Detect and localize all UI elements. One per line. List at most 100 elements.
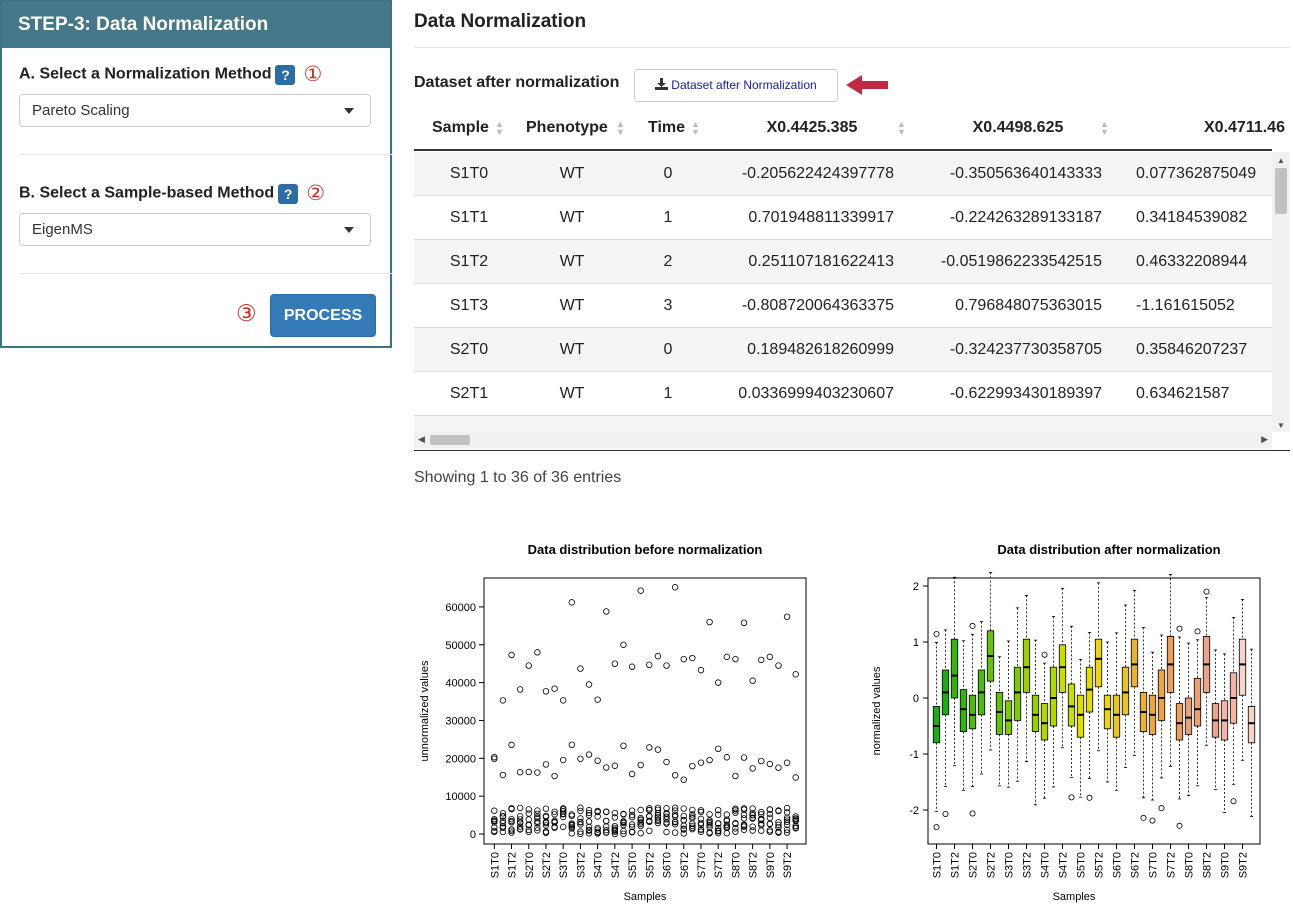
chart-title: Data distribution before normalization: [528, 542, 763, 557]
sort-icon[interactable]: ▲ ▼: [495, 120, 504, 137]
x-tick-label: S4T0: [1040, 852, 1052, 878]
table-cell: S1T0: [449, 165, 489, 182]
data-point: [671, 829, 679, 836]
x-tick-label: S1T2: [507, 852, 519, 878]
table-row[interactable]: S2T1 WT 1 0.0336999403230607 -0.622993430189…: [414, 372, 1272, 416]
x-tick-label: S4T2: [610, 852, 622, 878]
box: [1067, 683, 1076, 727]
help-icon[interactable]: ?: [275, 64, 296, 85]
table-row[interactable]: S1T2 WT 2 0.251107181622413 -0.0519862233542…: [414, 240, 1272, 284]
data-point: [697, 759, 705, 766]
table-cell: 3: [663, 297, 673, 314]
x-tick-label: S9T2: [782, 852, 794, 878]
scroll-down-icon[interactable]: ▼: [1277, 421, 1285, 430]
chevron-down-icon: [344, 227, 354, 233]
data-point: [749, 827, 756, 834]
table-cell: S2T0: [449, 341, 489, 358]
scroll-up-icon[interactable]: ▲: [1277, 156, 1285, 165]
box: [995, 691, 1004, 735]
page-title: Data Normalization: [414, 11, 587, 32]
data-point: [663, 758, 670, 766]
data-point: [758, 656, 765, 664]
outlier: [942, 810, 949, 817]
process-button[interactable]: PROCESS: [270, 294, 376, 337]
table-cell: S2T1: [449, 385, 489, 402]
column-header[interactable]: Phenotype: [526, 108, 608, 150]
horizontal-scrollbar[interactable]: ◀ ▶: [414, 432, 1272, 448]
divider: [414, 47, 1290, 48]
sort-icon[interactable]: ▲ ▼: [691, 120, 700, 137]
download-dataset-button[interactable]: Dataset after Normalization: [634, 69, 838, 102]
data-point: [689, 762, 696, 770]
data-point: [671, 771, 679, 779]
data-point: [491, 807, 498, 814]
sample-method-select[interactable]: EigenMS: [19, 213, 371, 246]
data-point: [516, 769, 524, 776]
table-row[interactable]: S2T0 WT 0 0.189482618260999 -0.3242377303587…: [414, 328, 1272, 372]
column-header[interactable]: X0.4425.385: [722, 108, 902, 150]
x-tick-label: S5T0: [627, 852, 639, 878]
table-cell: 0.077362875049: [1136, 165, 1257, 182]
data-point: [611, 660, 619, 667]
data-point: [628, 770, 636, 778]
column-header[interactable]: X0.4711.46: [1074, 108, 1285, 150]
table-row[interactable]: S1T1 WT 1 0.701948811339917 -0.2242632891331…: [414, 196, 1272, 240]
column-header[interactable]: Time: [648, 108, 685, 150]
box: [1022, 638, 1031, 693]
box: [1238, 638, 1247, 696]
box: [1193, 677, 1202, 727]
data-point: [732, 772, 739, 780]
sort-icon[interactable]: ▲ ▼: [897, 120, 906, 137]
outlier: [1203, 588, 1210, 595]
help-icon[interactable]: ?: [278, 183, 299, 204]
box: [1040, 703, 1049, 741]
outlier: [1041, 651, 1048, 658]
scroll-right-icon[interactable]: ▶: [1261, 434, 1268, 445]
column-header[interactable]: Sample: [432, 108, 489, 150]
data-point: [723, 811, 731, 818]
x-tick-label: S6T0: [662, 852, 674, 878]
table-cell: 0: [663, 165, 673, 182]
y-tick-label: -1: [909, 749, 919, 761]
y-tick-label: 2: [913, 581, 919, 593]
x-tick-label: S2T2: [986, 852, 998, 878]
box: [1247, 705, 1256, 744]
y-tick-label: 1: [913, 637, 919, 649]
table-cell: S1T3: [449, 297, 489, 314]
x-tick-label: S8T2: [1202, 852, 1214, 878]
data-point: [732, 655, 739, 663]
data-point: [680, 655, 687, 663]
sort-icon[interactable]: ▲ ▼: [616, 120, 625, 137]
data-point: [516, 813, 524, 820]
x-tick-label: S1T0: [932, 852, 944, 878]
x-tick-label: S8T2: [748, 852, 760, 878]
x-tick-label: S5T2: [644, 852, 656, 878]
x-tick-label: S3T2: [1022, 852, 1034, 878]
x-tick-label: S7T0: [1148, 852, 1160, 878]
step-1-marker: ①: [303, 63, 323, 86]
scroll-left-icon[interactable]: ◀: [418, 434, 425, 445]
table-cell: WT: [559, 209, 585, 226]
norm-method-select[interactable]: Pareto Scaling: [19, 94, 371, 127]
y-tick-label: -2: [909, 805, 919, 817]
data-point: [654, 652, 662, 660]
y-tick-label: 30000: [445, 715, 476, 727]
table-row[interactable]: S1T3 WT 3 -0.808720064363375 0.7968480753630…: [414, 284, 1272, 328]
header-divider: [414, 149, 1272, 151]
x-axis-label: Samples: [624, 891, 667, 903]
data-point: [585, 681, 593, 688]
table-cell: 0.35846207237: [1136, 341, 1248, 358]
table-row[interactable]: S1T0 WT 0 -0.205622424397778 -0.350563640143…: [414, 152, 1272, 196]
scroll-thumb[interactable]: [1275, 168, 1287, 214]
data-point: [706, 618, 713, 626]
scroll-thumb[interactable]: [430, 435, 470, 445]
table-cell: WT: [559, 165, 585, 182]
data-point: [646, 827, 653, 835]
vertical-scrollbar[interactable]: ▲ ▼: [1272, 152, 1290, 432]
data-point: [585, 818, 593, 825]
box: [1031, 694, 1040, 732]
table-cell: 1: [663, 209, 673, 226]
data-point: [603, 764, 610, 771]
box: [1157, 669, 1166, 721]
data-point: [680, 817, 687, 824]
